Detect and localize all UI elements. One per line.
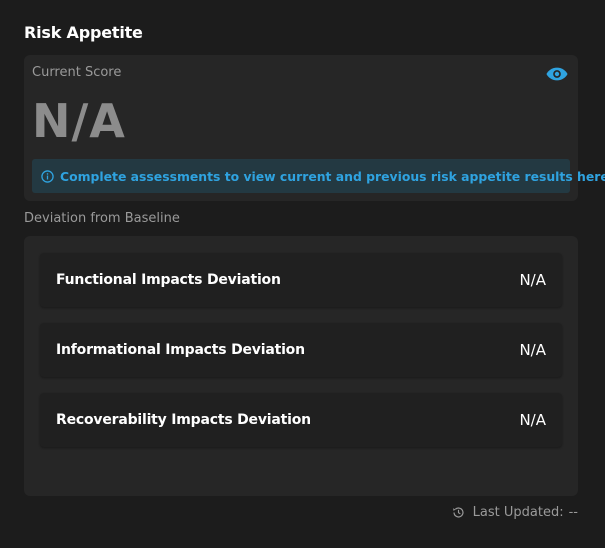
eye-icon[interactable] — [546, 66, 568, 82]
last-updated-value: -- — [568, 505, 578, 520]
deviation-name: Functional Impacts Deviation — [56, 272, 281, 288]
risk-appetite-panel: Risk Appetite Current Score N/A Complete… — [0, 0, 605, 548]
current-score-card: Current Score N/A Complete assessments t… — [24, 55, 605, 201]
current-score-label: Current Score — [32, 65, 122, 80]
deviation-name: Recoverability Impacts Deviation — [56, 412, 311, 428]
deviation-card: Functional Impacts Deviation N/A Informa… — [24, 236, 578, 496]
info-banner: Complete assessments to view current and… — [32, 159, 605, 193]
deviation-value: N/A — [519, 341, 546, 359]
info-message: Complete assessments to view current and… — [60, 168, 605, 184]
current-score-value: N/A — [32, 94, 126, 148]
deviation-row-functional: Functional Impacts Deviation N/A — [40, 253, 562, 307]
history-icon — [452, 507, 464, 518]
deviation-name: Informational Impacts Deviation — [56, 342, 305, 358]
deviation-row-recoverability: Recoverability Impacts Deviation N/A — [40, 393, 562, 447]
deviation-section-label: Deviation from Baseline — [24, 211, 180, 226]
info-circle-icon — [41, 169, 54, 183]
last-updated-label: Last Updated: — [472, 505, 564, 520]
last-updated: Last Updated: -- — [452, 505, 578, 520]
deviation-row-informational: Informational Impacts Deviation N/A — [40, 323, 562, 377]
page-title: Risk Appetite — [24, 23, 143, 42]
deviation-value: N/A — [519, 271, 546, 289]
deviation-value: N/A — [519, 411, 546, 429]
